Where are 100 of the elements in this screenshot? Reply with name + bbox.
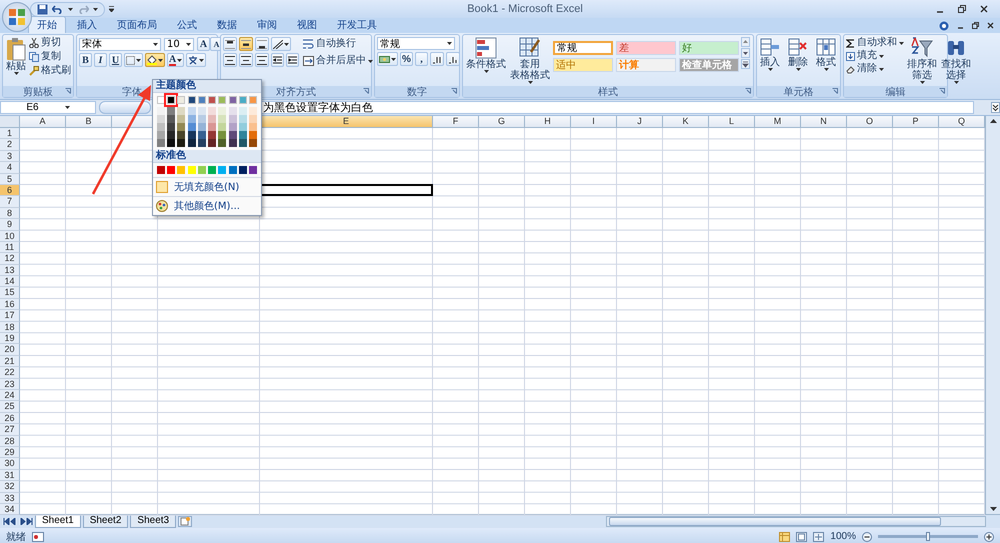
font-color-button[interactable]: A <box>167 53 184 67</box>
color-swatch[interactable] <box>238 166 247 174</box>
color-swatch[interactable] <box>208 166 216 174</box>
row-header[interactable]: 31 <box>0 470 20 482</box>
color-swatch[interactable] <box>198 131 206 139</box>
comma-button[interactable]: , <box>415 52 428 66</box>
color-swatch[interactable] <box>177 139 186 147</box>
color-swatch[interactable] <box>218 139 226 147</box>
color-swatch[interactable] <box>208 123 216 131</box>
color-swatch[interactable] <box>228 131 237 139</box>
menu-item[interactable]: 其他颜色(M)... <box>153 196 261 215</box>
row-header[interactable]: 5 <box>0 174 20 185</box>
cell-style-swatch[interactable]: 常规 <box>553 41 613 55</box>
row-header[interactable]: 8 <box>0 208 20 220</box>
ribbon-tab[interactable]: 视图 <box>288 16 326 33</box>
row-header[interactable]: 7 <box>0 196 20 208</box>
column-header[interactable]: P <box>893 116 939 128</box>
row-header[interactable]: 34 <box>0 504 20 516</box>
row-header[interactable]: 30 <box>0 458 20 470</box>
format-as-table-button[interactable]: 套用 表格格式 <box>509 37 551 84</box>
color-swatch[interactable] <box>198 123 206 131</box>
row-header[interactable]: 23 <box>0 378 20 390</box>
row-header[interactable]: 29 <box>0 446 20 458</box>
color-swatch[interactable] <box>218 131 226 139</box>
ribbon-tab[interactable]: 开发工具 <box>328 16 386 33</box>
row-header[interactable]: 26 <box>0 412 20 424</box>
find-select-button[interactable]: 查找和 选择 <box>940 37 972 84</box>
color-swatch[interactable] <box>228 139 237 147</box>
color-swatch[interactable] <box>157 166 165 174</box>
orientation-button[interactable] <box>271 37 291 51</box>
decrease-decimal-button[interactable] <box>446 52 460 66</box>
color-swatch[interactable] <box>238 139 247 147</box>
row-header[interactable]: 33 <box>0 492 20 504</box>
percent-button[interactable]: % <box>400 52 413 66</box>
insert-function-button[interactable] <box>99 101 151 114</box>
zoom-in-icon[interactable] <box>984 532 994 542</box>
dialog-launcher-icon[interactable] <box>65 88 71 94</box>
restore-icon[interactable] <box>958 5 966 13</box>
color-swatch[interactable] <box>167 115 176 123</box>
ribbon-tab[interactable]: 插入 <box>68 16 106 33</box>
format-cells-button[interactable]: 格式 <box>815 37 837 71</box>
wrap-text-button[interactable]: 自动换行 <box>303 38 373 50</box>
row-header[interactable]: 21 <box>0 356 20 368</box>
dialog-launcher-icon[interactable] <box>939 88 945 94</box>
row-header[interactable]: 22 <box>0 367 20 379</box>
zoom-level[interactable]: 100% <box>830 531 856 542</box>
row-header[interactable]: 18 <box>0 322 20 334</box>
page-layout-icon[interactable] <box>796 532 808 542</box>
row-header[interactable]: 28 <box>0 436 20 447</box>
ribbon-tab[interactable]: 公式 <box>168 16 206 33</box>
color-swatch[interactable] <box>208 139 216 147</box>
column-header[interactable]: M <box>755 116 801 128</box>
dialog-launcher-icon[interactable] <box>832 88 838 94</box>
font-size-dropdown[interactable]: 10 <box>164 38 194 50</box>
row-header[interactable]: 2 <box>0 139 20 151</box>
color-swatch[interactable] <box>177 123 186 131</box>
align-center-button[interactable] <box>239 53 253 67</box>
row-header[interactable]: 1 <box>0 128 20 140</box>
align-top-button[interactable] <box>223 37 237 51</box>
color-swatch[interactable] <box>248 131 257 139</box>
borders-button[interactable] <box>124 53 143 67</box>
column-header[interactable]: A <box>20 116 66 128</box>
ribbon-tab[interactable]: 页面布局 <box>108 16 166 33</box>
zoom-out-icon[interactable] <box>862 532 872 542</box>
undo-icon[interactable] <box>52 4 64 14</box>
horizontal-scrollbar[interactable] <box>606 516 986 527</box>
column-header[interactable]: I <box>571 116 617 128</box>
sheet-tab[interactable]: Sheet3 <box>130 515 176 528</box>
underline-button[interactable]: U <box>109 53 122 67</box>
bold-button[interactable]: B <box>79 53 92 67</box>
fill-button[interactable]: 填充 <box>846 50 904 62</box>
row-header[interactable]: 14 <box>0 276 20 288</box>
dialog-launcher-icon[interactable] <box>451 88 457 94</box>
column-header[interactable]: N <box>801 116 847 128</box>
italic-button[interactable]: I <box>94 53 107 67</box>
row-header[interactable]: 25 <box>0 401 20 413</box>
decrease-indent-button[interactable] <box>271 53 284 67</box>
clear-button[interactable]: 清除 <box>846 63 904 75</box>
delete-cells-button[interactable]: 删除 <box>787 37 809 71</box>
increase-decimal-button[interactable] <box>430 52 444 66</box>
color-swatch[interactable] <box>228 166 237 174</box>
ribbon-tab[interactable]: 审阅 <box>248 16 286 33</box>
macro-record-icon[interactable] <box>32 532 44 542</box>
row-header[interactable]: 17 <box>0 310 20 322</box>
grow-font-button[interactable]: A <box>197 37 210 51</box>
ribbon-tab[interactable]: 开始 <box>28 16 66 33</box>
dialog-launcher-icon[interactable] <box>745 88 751 94</box>
column-header[interactable]: K <box>663 116 709 128</box>
ribbon-tab[interactable]: 数据 <box>208 16 246 33</box>
color-swatch[interactable] <box>167 166 176 174</box>
selected-cell[interactable] <box>259 184 433 196</box>
color-swatch[interactable] <box>157 131 165 139</box>
conditional-formatting-button[interactable]: 条件格式 <box>465 37 507 73</box>
color-swatch[interactable] <box>228 123 237 131</box>
color-swatch[interactable] <box>248 139 257 147</box>
sheet-navigation-icon[interactable] <box>3 518 33 525</box>
autosum-button[interactable]: 自动求和 <box>846 37 904 49</box>
color-swatch[interactable] <box>167 131 176 139</box>
cell-style-swatch[interactable]: 适中 <box>553 58 613 72</box>
column-header[interactable]: E <box>260 116 433 128</box>
